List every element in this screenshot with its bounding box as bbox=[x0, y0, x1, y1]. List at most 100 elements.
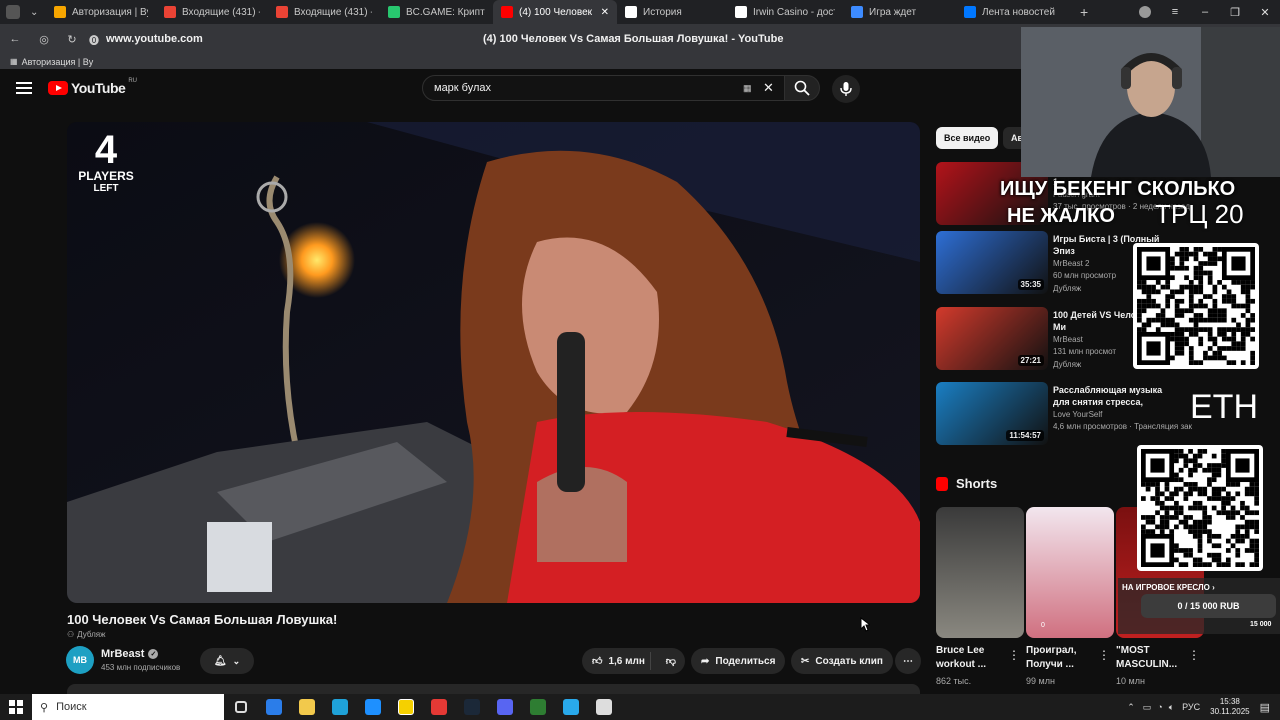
short-title[interactable]: Bruce Lee workout ... bbox=[936, 644, 1012, 672]
video-duration: 11:54:57 bbox=[1006, 430, 1044, 441]
yandex-browser-icon[interactable] bbox=[389, 694, 422, 720]
like-dislike-group: 👍︎ 1,6 млн 👎︎ bbox=[582, 648, 685, 674]
mail-icon[interactable] bbox=[356, 694, 389, 720]
close-icon[interactable]: ✕ bbox=[1250, 6, 1280, 19]
youtube-icon bbox=[501, 6, 513, 18]
clock[interactable]: 15:38 30.11.2025 bbox=[1210, 697, 1249, 717]
site-info-icon[interactable]: ⓿ bbox=[86, 32, 102, 47]
tab-list-icon[interactable]: ⌄ bbox=[26, 0, 46, 24]
channel-name[interactable]: MrBeast ✓ bbox=[101, 648, 159, 660]
clear-search-icon[interactable]: ✕ bbox=[763, 80, 774, 96]
recommendation-channel[interactable]: MrBeast 2 bbox=[1053, 259, 1089, 268]
description-box[interactable] bbox=[67, 684, 920, 694]
back-icon[interactable]: ← bbox=[0, 33, 30, 45]
eth-label: ETH bbox=[1190, 388, 1258, 426]
url-field[interactable]: www.youtube.com bbox=[102, 33, 472, 45]
recommendation-meta: 4,6 млн просмотров · Трансляция зак bbox=[1053, 422, 1193, 431]
players-left-overlay: 4 PLAYERS LEFT bbox=[78, 128, 134, 194]
recommendation-channel[interactable]: MrBeast bbox=[1053, 335, 1083, 344]
shield-icon[interactable]: ◎ bbox=[30, 33, 58, 46]
video-player[interactable]: 4 PLAYERS LEFT bbox=[67, 122, 920, 603]
more-icon: ⋯ bbox=[903, 655, 913, 667]
tab-irwin[interactable]: Irwin Casino - достуг bbox=[727, 0, 843, 24]
excel-icon[interactable] bbox=[521, 694, 554, 720]
thumbs-up-icon: 👍︎ bbox=[592, 656, 603, 667]
voice-search-button[interactable] bbox=[832, 75, 860, 103]
network-icon[interactable]: ▭ bbox=[1143, 702, 1152, 713]
recommendation-item[interactable]: 11:54:57 Расслабляющая музыка для снятия … bbox=[936, 382, 1206, 446]
bookmark-item[interactable]: Авторизация | By bbox=[22, 57, 94, 67]
profile-icon[interactable] bbox=[1130, 6, 1160, 18]
browser-menu-icon[interactable] bbox=[0, 0, 26, 24]
discord-icon[interactable] bbox=[488, 694, 521, 720]
short-thumb[interactable] bbox=[936, 507, 1024, 638]
language-indicator[interactable]: РУС bbox=[1182, 702, 1200, 712]
short-more-icon[interactable]: ⋮ bbox=[1188, 648, 1200, 662]
more-actions-button[interactable]: ⋯ bbox=[895, 648, 921, 674]
yandex-icon[interactable] bbox=[422, 694, 455, 720]
widgets-icon[interactable] bbox=[257, 694, 290, 720]
create-clip-button[interactable]: ✂ Создать клип bbox=[791, 648, 893, 674]
goal-progress-text: 0 / 15 000 RUB bbox=[1177, 601, 1240, 611]
tray-chevron-icon[interactable]: ⌃ bbox=[1127, 702, 1135, 713]
recommendation-title[interactable]: Расслабляющая музыка для снятия стресса,… bbox=[1053, 384, 1163, 408]
video-thumbnail[interactable]: 11:54:57 bbox=[936, 382, 1048, 445]
recommendation-meta: 60 млн просмотр bbox=[1053, 271, 1117, 280]
obs-icon[interactable] bbox=[587, 694, 620, 720]
video-duration: 35:35 bbox=[1017, 279, 1044, 290]
short-views: 10 млн bbox=[1116, 676, 1145, 686]
dub-badge: Дубляж bbox=[1053, 360, 1082, 369]
short-more-icon[interactable]: ⋮ bbox=[1008, 648, 1020, 662]
youtube-logo[interactable]: YouTube RU bbox=[48, 78, 137, 96]
tab-gmail[interactable]: Входящие (431) - ru bbox=[268, 0, 380, 24]
video-thumbnail[interactable]: 35:35 bbox=[936, 231, 1048, 294]
wifi-icon[interactable]: ◔ bbox=[1157, 702, 1162, 712]
tab-youtube[interactable]: (4) 100 Человек ✕ bbox=[493, 0, 617, 24]
short-title[interactable]: Проиграл, Получи ... bbox=[1026, 644, 1102, 672]
keyboard-icon[interactable]: ▦ bbox=[743, 83, 752, 94]
dislike-button[interactable]: 👎︎ bbox=[657, 655, 685, 667]
tab-game[interactable]: Игра ждет bbox=[843, 0, 956, 24]
short-thumb[interactable] bbox=[1026, 507, 1114, 638]
notifications-button[interactable]: 🔔︎ ⌄ bbox=[200, 648, 254, 674]
windows-start-icon[interactable] bbox=[0, 694, 32, 720]
qr-code-icon bbox=[1133, 243, 1259, 369]
microphone-icon bbox=[840, 82, 852, 96]
file-explorer-icon[interactable] bbox=[290, 694, 323, 720]
steam-icon[interactable] bbox=[455, 694, 488, 720]
maximize-icon[interactable]: ❐ bbox=[1220, 6, 1250, 19]
tab-bcgame[interactable]: BC.GAME: Крипто ка bbox=[380, 0, 493, 24]
recommendation-channel[interactable]: Love YourSelf bbox=[1053, 410, 1102, 419]
stream-banner-line2: НЕ ЖАЛКО bbox=[1007, 205, 1115, 227]
stream-banner-line3: ТРЦ 20 bbox=[1155, 199, 1244, 229]
chip-all-videos[interactable]: Все видео bbox=[936, 127, 999, 149]
tab-gmail[interactable]: Входящие (431) - ru bbox=[156, 0, 268, 24]
tab-vk[interactable]: Лента новостей bbox=[956, 0, 1074, 24]
minimize-icon[interactable]: – bbox=[1190, 6, 1220, 18]
tab-bybit[interactable]: Авторизация | Bybit bbox=[46, 0, 156, 24]
task-view-icon[interactable] bbox=[224, 694, 257, 720]
close-tab-icon[interactable]: ✕ bbox=[601, 7, 609, 18]
search-input[interactable]: марк булах ▦ ✕ bbox=[422, 75, 788, 101]
telegram-icon[interactable] bbox=[554, 694, 587, 720]
video-thumbnail[interactable]: 27:21 bbox=[936, 307, 1048, 370]
menu-icon[interactable]: ≡ bbox=[1160, 6, 1190, 18]
reload-icon[interactable]: ↻ bbox=[58, 33, 86, 46]
gmail-icon bbox=[276, 6, 288, 18]
short-more-icon[interactable]: ⋮ bbox=[1098, 648, 1110, 662]
short-title[interactable]: "MOST MASCULIN... bbox=[1116, 644, 1192, 672]
notification-icon[interactable]: ▤ bbox=[1260, 701, 1270, 714]
new-tab-icon[interactable]: + bbox=[1074, 0, 1098, 24]
share-button[interactable]: ➦ Поделиться bbox=[691, 648, 786, 674]
dub-badge: ⚇ Дубляж bbox=[67, 630, 106, 639]
volume-icon[interactable]: 🔈︎ bbox=[1169, 702, 1174, 713]
taskbar-search-input[interactable]: ⚲ Поиск bbox=[32, 694, 224, 720]
short-views: 862 тыс. bbox=[936, 676, 972, 686]
search-button[interactable] bbox=[784, 75, 820, 101]
channel-avatar[interactable]: MB bbox=[66, 646, 94, 674]
hamburger-menu-icon[interactable] bbox=[16, 80, 32, 97]
bybit-icon bbox=[54, 6, 66, 18]
edge-icon[interactable] bbox=[323, 694, 356, 720]
like-button[interactable]: 👍︎ 1,6 млн bbox=[582, 652, 651, 670]
tab-history[interactable]: История bbox=[617, 0, 727, 24]
